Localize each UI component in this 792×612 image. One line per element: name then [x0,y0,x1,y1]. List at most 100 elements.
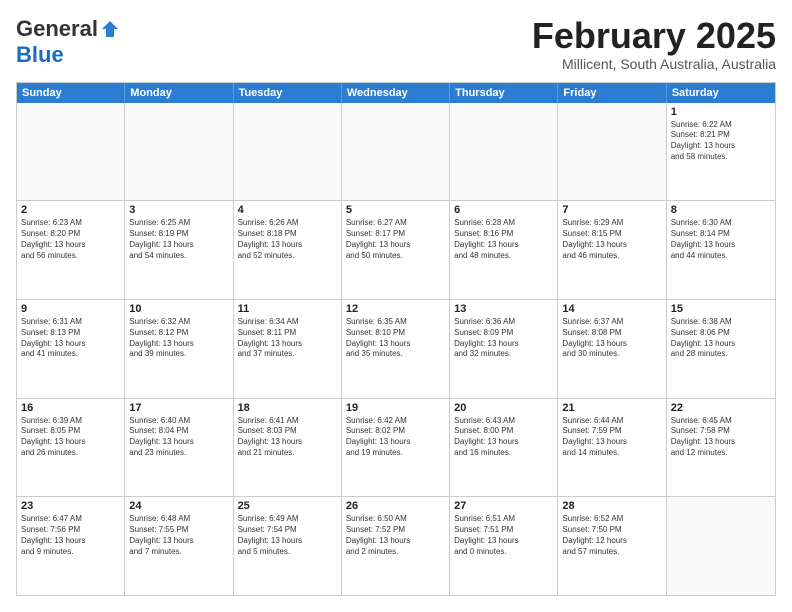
cal-cell-0-2 [234,103,342,201]
cal-cell-1-2: 4 Sunrise: 6:26 AM Sunset: 8:18 PM Daylig… [234,201,342,299]
cal-cell-3-2: 18 Sunrise: 6:41 AM Sunset: 8:03 PM Dayli… [234,399,342,497]
cell-info: Sunrise: 6:28 AM Sunset: 8:16 PM Dayligh… [454,218,553,261]
day-number: 18 [238,402,337,414]
day-number: 22 [671,402,771,414]
cal-cell-3-0: 16 Sunrise: 6:39 AM Sunset: 8:05 PM Dayli… [17,399,125,497]
cal-cell-3-3: 19 Sunrise: 6:42 AM Sunset: 8:02 PM Dayli… [342,399,450,497]
cal-cell-4-3: 26 Sunrise: 6:50 AM Sunset: 7:52 PM Dayli… [342,497,450,595]
month-title: February 2025 [532,16,776,56]
cell-info: Sunrise: 6:22 AM Sunset: 8:21 PM Dayligh… [671,120,771,163]
cal-cell-3-6: 22 Sunrise: 6:45 AM Sunset: 7:58 PM Dayli… [667,399,775,497]
cal-cell-1-4: 6 Sunrise: 6:28 AM Sunset: 8:16 PM Daylig… [450,201,558,299]
location: Millicent, South Australia, Australia [532,56,776,72]
day-number: 16 [21,402,120,414]
day-number: 2 [21,204,120,216]
cal-cell-4-6 [667,497,775,595]
day-number: 21 [562,402,661,414]
day-number: 4 [238,204,337,216]
cell-info: Sunrise: 6:39 AM Sunset: 8:05 PM Dayligh… [21,416,120,459]
day-number: 23 [21,500,120,512]
calendar-header: Sunday Monday Tuesday Wednesday Thursday… [17,83,775,103]
cal-cell-1-0: 2 Sunrise: 6:23 AM Sunset: 8:20 PM Daylig… [17,201,125,299]
cal-cell-2-2: 11 Sunrise: 6:34 AM Sunset: 8:11 PM Dayli… [234,300,342,398]
day-number: 24 [129,500,228,512]
cal-cell-1-5: 7Sunrise: 6:29 AM Sunset: 8:15 PM Daylig… [558,201,666,299]
cal-cell-1-3: 5Sunrise: 6:27 AM Sunset: 8:17 PM Daylig… [342,201,450,299]
cal-cell-0-4 [450,103,558,201]
cal-cell-2-5: 14 Sunrise: 6:37 AM Sunset: 8:08 PM Dayli… [558,300,666,398]
cell-info: Sunrise: 6:26 AM Sunset: 8:18 PM Dayligh… [238,218,337,261]
cell-info: Sunrise: 6:35 AM Sunset: 8:10 PM Dayligh… [346,317,445,360]
cell-info: Sunrise: 6:44 AM Sunset: 7:59 PM Dayligh… [562,416,661,459]
calendar: Sunday Monday Tuesday Wednesday Thursday… [16,82,776,596]
cell-info: Sunrise: 6:32 AM Sunset: 8:12 PM Dayligh… [129,317,228,360]
header: General Blue February 2025 Millicent, So… [16,16,776,72]
cell-info: Sunrise: 6:45 AM Sunset: 7:58 PM Dayligh… [671,416,771,459]
logo-blue-text: Blue [16,42,64,67]
header-thursday: Thursday [450,83,558,103]
logo-icon [100,19,120,39]
cell-info: Sunrise: 6:47 AM Sunset: 7:56 PM Dayligh… [21,514,120,557]
cal-cell-3-1: 17 Sunrise: 6:40 AM Sunset: 8:04 PM Dayli… [125,399,233,497]
cell-info: Sunrise: 6:30 AM Sunset: 8:14 PM Dayligh… [671,218,771,261]
cal-cell-3-4: 20Sunrise: 6:43 AM Sunset: 8:00 PM Dayli… [450,399,558,497]
day-number: 13 [454,303,553,315]
cal-cell-4-0: 23 Sunrise: 6:47 AM Sunset: 7:56 PM Dayli… [17,497,125,595]
cal-cell-3-5: 21 Sunrise: 6:44 AM Sunset: 7:59 PM Dayli… [558,399,666,497]
cal-cell-4-1: 24Sunrise: 6:48 AM Sunset: 7:55 PM Dayli… [125,497,233,595]
cal-cell-2-4: 13 Sunrise: 6:36 AM Sunset: 8:09 PM Dayli… [450,300,558,398]
cal-cell-0-1 [125,103,233,201]
cell-info: Sunrise: 6:23 AM Sunset: 8:20 PM Dayligh… [21,218,120,261]
day-number: 26 [346,500,445,512]
week-row-2: 9 Sunrise: 6:31 AM Sunset: 8:13 PM Daylig… [17,299,775,398]
day-number: 10 [129,303,228,315]
cell-info: Sunrise: 6:34 AM Sunset: 8:11 PM Dayligh… [238,317,337,360]
cal-cell-0-0 [17,103,125,201]
cell-info: Sunrise: 6:36 AM Sunset: 8:09 PM Dayligh… [454,317,553,360]
cal-cell-1-1: 3 Sunrise: 6:25 AM Sunset: 8:19 PM Daylig… [125,201,233,299]
cal-cell-0-6: 1 Sunrise: 6:22 AM Sunset: 8:21 PM Daylig… [667,103,775,201]
cell-info: Sunrise: 6:37 AM Sunset: 8:08 PM Dayligh… [562,317,661,360]
header-friday: Friday [558,83,666,103]
cal-cell-4-4: 27Sunrise: 6:51 AM Sunset: 7:51 PM Dayli… [450,497,558,595]
day-number: 6 [454,204,553,216]
cell-info: Sunrise: 6:25 AM Sunset: 8:19 PM Dayligh… [129,218,228,261]
cell-info: Sunrise: 6:40 AM Sunset: 8:04 PM Dayligh… [129,416,228,459]
cal-cell-2-1: 10 Sunrise: 6:32 AM Sunset: 8:12 PM Dayli… [125,300,233,398]
logo-general-text: General [16,16,98,42]
cal-cell-2-6: 15 Sunrise: 6:38 AM Sunset: 8:06 PM Dayli… [667,300,775,398]
cell-info: Sunrise: 6:38 AM Sunset: 8:06 PM Dayligh… [671,317,771,360]
title-block: February 2025 Millicent, South Australia… [532,16,776,72]
header-saturday: Saturday [667,83,775,103]
cal-cell-4-2: 25Sunrise: 6:49 AM Sunset: 7:54 PM Dayli… [234,497,342,595]
cal-cell-0-3 [342,103,450,201]
day-number: 9 [21,303,120,315]
logo: General Blue [16,16,120,68]
day-number: 7 [562,204,661,216]
header-tuesday: Tuesday [234,83,342,103]
day-number: 5 [346,204,445,216]
header-wednesday: Wednesday [342,83,450,103]
day-number: 3 [129,204,228,216]
cell-info: Sunrise: 6:52 AM Sunset: 7:50 PM Dayligh… [562,514,661,557]
day-number: 1 [671,106,771,118]
day-number: 19 [346,402,445,414]
day-number: 15 [671,303,771,315]
cal-cell-2-3: 12Sunrise: 6:35 AM Sunset: 8:10 PM Dayli… [342,300,450,398]
cell-info: Sunrise: 6:50 AM Sunset: 7:52 PM Dayligh… [346,514,445,557]
day-number: 28 [562,500,661,512]
cell-info: Sunrise: 6:31 AM Sunset: 8:13 PM Dayligh… [21,317,120,360]
cell-info: Sunrise: 6:42 AM Sunset: 8:02 PM Dayligh… [346,416,445,459]
day-number: 8 [671,204,771,216]
week-row-0: 1 Sunrise: 6:22 AM Sunset: 8:21 PM Daylig… [17,103,775,201]
day-number: 17 [129,402,228,414]
calendar-body: 1 Sunrise: 6:22 AM Sunset: 8:21 PM Daylig… [17,103,775,595]
day-number: 11 [238,303,337,315]
day-number: 27 [454,500,553,512]
day-number: 14 [562,303,661,315]
cal-cell-2-0: 9 Sunrise: 6:31 AM Sunset: 8:13 PM Daylig… [17,300,125,398]
cal-cell-0-5 [558,103,666,201]
week-row-3: 16 Sunrise: 6:39 AM Sunset: 8:05 PM Dayli… [17,398,775,497]
cell-info: Sunrise: 6:41 AM Sunset: 8:03 PM Dayligh… [238,416,337,459]
day-number: 20 [454,402,553,414]
